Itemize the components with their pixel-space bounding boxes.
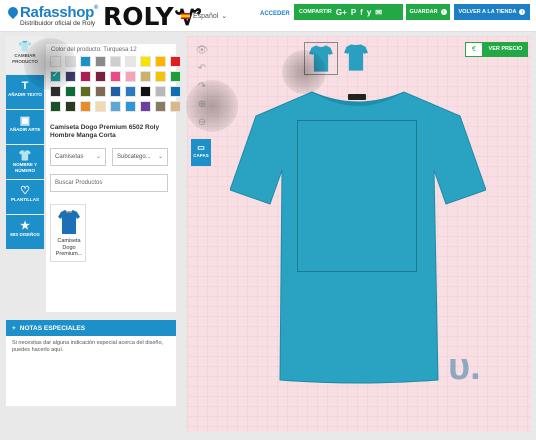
print-area[interactable] xyxy=(297,120,417,272)
pinterest-icon[interactable]: P xyxy=(351,8,356,17)
language-selector[interactable]: Español ⌄ xyxy=(181,12,227,20)
save-label: GUARDAR xyxy=(409,9,438,15)
tool-label: NOMBRE Y NÚMERO xyxy=(12,162,38,173)
spain-flag-icon xyxy=(181,13,190,19)
notes-header[interactable]: + NOTAS ESPECIALES xyxy=(6,320,176,336)
color-swatch[interactable] xyxy=(170,71,181,82)
color-swatch[interactable] xyxy=(95,56,106,67)
product-name: Camiseta Dogo Premium 6502 Roly Hombre M… xyxy=(50,124,160,139)
color-swatch[interactable] xyxy=(125,71,136,82)
watermark-logo: ᴜ. xyxy=(448,346,481,388)
color-swatch[interactable] xyxy=(170,56,181,67)
eye-icon[interactable]: 👁 xyxy=(195,44,209,58)
twitter-icon[interactable]: y xyxy=(367,8,371,17)
view-price-label: VER PRECIO xyxy=(483,42,528,57)
heart-icon: ♡ xyxy=(20,185,30,197)
plus-icon: + xyxy=(12,324,16,332)
color-swatch[interactable] xyxy=(95,86,106,97)
product-card[interactable]: Camiseta Dogo Premium... xyxy=(50,204,86,262)
star-icon: ★ xyxy=(20,220,30,232)
layers-label: CAPAS xyxy=(193,153,209,158)
email-icon[interactable]: ✉ xyxy=(375,8,382,17)
euro-icon: € xyxy=(465,42,483,57)
color-swatch[interactable] xyxy=(80,71,91,82)
chevron-down-icon: ⌄ xyxy=(157,154,163,160)
color-swatch[interactable] xyxy=(125,86,136,97)
tool-label: PLANTILLAS xyxy=(11,197,39,202)
color-swatch[interactable] xyxy=(110,71,121,82)
language-label: Español xyxy=(193,12,219,20)
arrow-right-icon: › xyxy=(519,9,526,15)
subcategory-value: Subcatego... xyxy=(117,154,151,160)
top-header: Rafasshop® Distribuidor oficial de Roly … xyxy=(0,0,536,32)
layers-icon: ▭ xyxy=(197,143,205,152)
back-view-thumb[interactable] xyxy=(340,42,374,75)
rafasshop-logo[interactable]: Rafasshop® Distribuidor oficial de Roly xyxy=(5,4,99,27)
color-swatch[interactable] xyxy=(110,101,121,112)
tool-label: MIS DISEÑOS xyxy=(10,232,40,237)
undo-icon[interactable]: ↶ xyxy=(195,62,209,76)
color-swatch[interactable] xyxy=(140,86,151,97)
tool-label: AÑADIR ARTE xyxy=(9,127,41,132)
color-swatch[interactable] xyxy=(80,101,91,112)
color-swatch[interactable] xyxy=(155,56,166,67)
category-value: Camisetas xyxy=(55,154,84,160)
chevron-down-icon: ⌄ xyxy=(95,154,101,160)
logo-text: Rafasshop xyxy=(20,4,94,21)
color-swatch[interactable] xyxy=(80,56,91,67)
save-button[interactable]: GUARDAR › xyxy=(406,4,450,20)
color-swatch[interactable] xyxy=(110,56,121,67)
add-art-tool[interactable]: ▣ AÑADIR ARTE xyxy=(6,110,44,144)
google-plus-icon[interactable]: G+ xyxy=(336,8,347,17)
color-swatch[interactable] xyxy=(95,101,106,112)
my-designs-tool[interactable]: ★ MIS DISEÑOS xyxy=(6,215,44,249)
color-swatch[interactable] xyxy=(95,71,106,82)
color-swatch[interactable] xyxy=(65,101,76,112)
product-thumbnail xyxy=(58,210,80,234)
color-swatch[interactable] xyxy=(140,71,151,82)
color-swatch[interactable] xyxy=(155,86,166,97)
color-swatch[interactable] xyxy=(170,101,181,112)
touch-highlight xyxy=(186,80,238,132)
touch-highlight xyxy=(24,38,76,90)
tshirt-number-icon: 👕 xyxy=(18,150,32,162)
chevron-down-icon: ⌄ xyxy=(221,13,228,20)
color-swatch[interactable] xyxy=(125,56,136,67)
touch-highlight xyxy=(282,50,326,94)
login-link[interactable]: ACCEDER xyxy=(260,11,290,17)
color-swatch[interactable] xyxy=(155,71,166,82)
tool-label: AÑADIR TEXTO xyxy=(8,92,42,97)
product-search-input[interactable]: Buscar Productos xyxy=(50,174,168,192)
share-label: COMPARTIR xyxy=(299,9,332,15)
color-swatch[interactable] xyxy=(125,101,136,112)
color-swatch[interactable] xyxy=(50,101,61,112)
color-swatch[interactable] xyxy=(65,86,76,97)
logo-subtitle: Distribuidor oficial de Roly xyxy=(20,20,96,27)
special-notes-panel: + NOTAS ESPECIALES Si necesitas dar algu… xyxy=(6,320,176,406)
color-swatch[interactable] xyxy=(155,101,166,112)
color-swatch[interactable] xyxy=(140,101,151,112)
arrow-right-icon: › xyxy=(440,9,447,15)
color-swatch[interactable] xyxy=(80,86,91,97)
name-number-tool[interactable]: 👕 NOMBRE Y NÚMERO xyxy=(6,145,44,179)
share-bar: COMPARTIR G+ P f y ✉ xyxy=(294,4,403,20)
subcategory-select[interactable]: Subcatego... ⌄ xyxy=(112,148,168,166)
color-swatch[interactable] xyxy=(110,86,121,97)
facebook-icon[interactable]: f xyxy=(360,8,363,17)
view-price-button[interactable]: € VER PRECIO xyxy=(465,42,528,57)
notes-text: Si necesitas dar alguna indicación espec… xyxy=(12,340,164,353)
templates-tool[interactable]: ♡ PLANTILLAS xyxy=(6,180,44,214)
image-icon: ▣ xyxy=(19,115,31,127)
back-shirt-thumb xyxy=(344,44,368,71)
layers-button[interactable]: ▭ CAPAS xyxy=(191,139,211,166)
product-card-label: Camiseta Dogo Premium... xyxy=(55,238,83,257)
category-select[interactable]: Camisetas ⌄ xyxy=(50,148,106,166)
color-swatch[interactable] xyxy=(170,86,181,97)
notes-title: NOTAS ESPECIALES xyxy=(19,324,86,332)
logo-trademark: ® xyxy=(94,5,99,11)
color-swatch[interactable] xyxy=(140,56,151,67)
back-to-store-button[interactable]: VOLVER A LA TIENDA › xyxy=(454,4,530,20)
back-to-store-label: VOLVER A LA TIENDA xyxy=(458,9,517,15)
